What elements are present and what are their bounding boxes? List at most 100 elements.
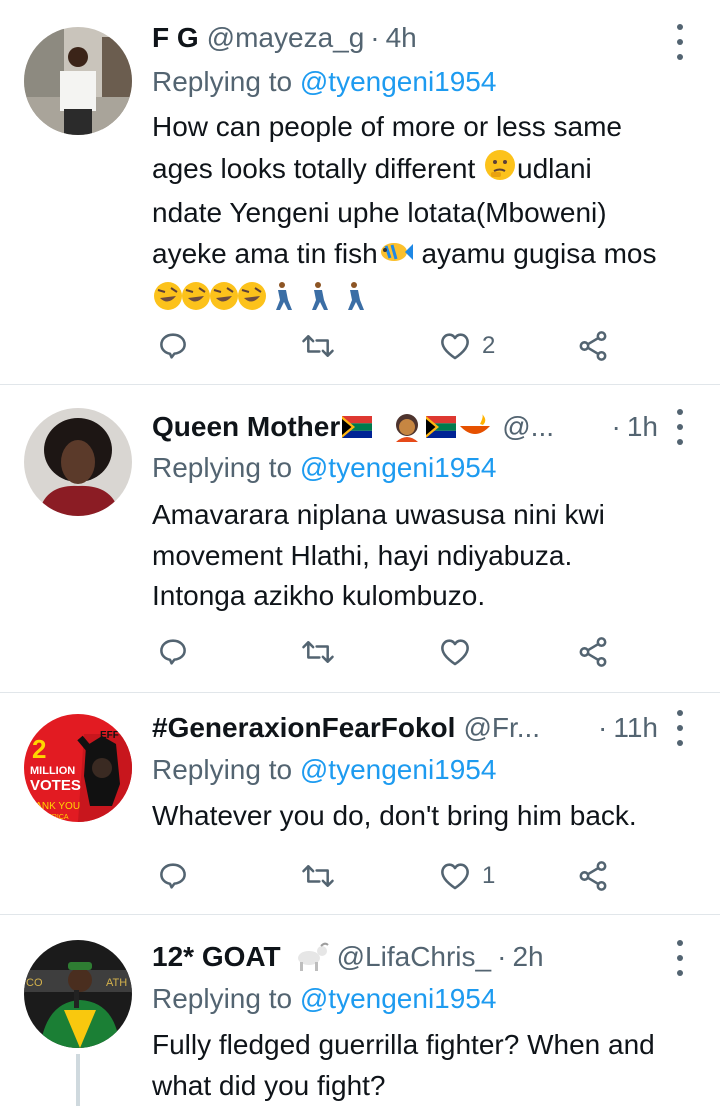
avatar[interactable]: 2 MILLION VOTES HANK YOU TH AFRICA EFF <box>24 714 132 822</box>
separator-dot: · <box>497 941 507 972</box>
tweet[interactable]: F G @mayeza_g · 4h Replying to @tyengeni… <box>0 0 720 385</box>
avatar[interactable] <box>24 27 132 135</box>
heart-icon <box>441 639 469 666</box>
tweet-text-line: Intonga azikho kulombuzo. <box>152 580 486 611</box>
timestamp[interactable]: 2h <box>512 937 543 977</box>
author-name[interactable]: #GeneraxionFearFokol <box>152 708 455 748</box>
avatar-text: MILLION <box>30 765 75 777</box>
share-button[interactable] <box>576 630 610 674</box>
retweet-icon <box>302 641 334 663</box>
share-button[interactable] <box>576 324 610 368</box>
tweet[interactable]: Queen Mother @... · 1h Replying to @tyeng… <box>0 384 720 693</box>
author-name[interactable]: F G <box>152 18 199 58</box>
avatar[interactable]: CO ATH <box>24 940 132 1048</box>
heart-icon <box>441 863 469 890</box>
tweet-text-line: How can people of more or less same <box>152 111 622 142</box>
tweet[interactable]: CO ATH 12* GOAT @LifaChris_ · 2h Replyin… <box>0 914 720 1106</box>
retweet-button[interactable] <box>300 630 336 674</box>
mention-link[interactable]: @tyengeni1954 <box>300 754 497 785</box>
like-button[interactable]: 1 <box>438 854 495 898</box>
tweet-text-line: movement Hlathi, hayi ndiyabuza. <box>152 539 573 571</box>
tweet-header: #GeneraxionFearFokol @Fr... <box>152 708 560 748</box>
retweet-button[interactable] <box>300 324 336 368</box>
tweet-text: Whatever you do, don't bring him back. <box>152 796 694 837</box>
tweet[interactable]: 2 MILLION VOTES HANK YOU TH AFRICA EFF #… <box>0 692 720 915</box>
author-name[interactable]: 12* GOAT <box>152 937 281 977</box>
tweet-text: Fully fledged guerrilla fighter? When an… <box>152 1025 694 1106</box>
more-vertical-icon[interactable] <box>670 940 690 976</box>
reply-icon <box>160 863 186 889</box>
tweet-text-line: ayeke ama tin fish ayamu gugisa mos <box>152 234 694 279</box>
tweet-text-line: ages looks totally different udlani <box>152 148 694 194</box>
mention-link[interactable]: @tyengeni1954 <box>300 983 497 1014</box>
south-africa-flag-icon <box>426 416 457 438</box>
tweet-actions <box>152 630 622 674</box>
fish-icon <box>378 237 414 279</box>
avatar-text: ATH <box>106 977 127 989</box>
share-button[interactable] <box>576 854 610 898</box>
share-icon <box>579 861 607 891</box>
author-handle[interactable]: @... <box>502 407 554 447</box>
author-handle[interactable]: @LifaChris_ <box>337 937 491 977</box>
more-vertical-icon[interactable] <box>670 24 690 60</box>
tweet-header: F G @mayeza_g · 4h <box>152 18 650 58</box>
emoji-row <box>152 278 694 318</box>
reply-button[interactable] <box>156 854 190 898</box>
thinking-face-icon <box>483 148 517 194</box>
like-button[interactable]: 2 <box>438 324 495 368</box>
replying-to: Replying to @tyengeni1954 <box>152 983 497 1014</box>
avatar[interactable] <box>24 408 132 516</box>
reply-icon <box>160 639 186 665</box>
retweet-button[interactable] <box>300 854 336 898</box>
woman-icon <box>396 414 419 442</box>
avatar-text: CO <box>26 977 43 989</box>
mention-link[interactable]: @tyengeni1954 <box>300 452 497 483</box>
avatar-number: 2 <box>32 734 46 764</box>
avatar-text: VOTES <box>30 777 81 794</box>
retweet-icon <box>302 865 334 887</box>
tweet-text-line: Whatever you do, don't bring him back. <box>152 800 637 831</box>
goat-icon <box>297 942 329 971</box>
tweet-text: Amavarara niplana uwasusa nini kwi movem… <box>152 495 694 617</box>
timestamp[interactable]: 4h <box>386 18 417 58</box>
tweet-actions: 2 <box>152 324 622 368</box>
replying-to: Replying to @tyengeni1954 <box>152 452 497 483</box>
timestamp[interactable]: 11h <box>613 712 658 743</box>
separator-dot: · <box>370 22 380 53</box>
author-name[interactable]: Queen Mother <box>152 407 340 447</box>
more-vertical-icon[interactable] <box>670 409 690 445</box>
avatar-text: HANK YOU <box>28 801 80 812</box>
reply-button[interactable] <box>156 324 190 368</box>
tweet-header: Queen Mother @... <box>152 407 560 447</box>
more-vertical-icon[interactable] <box>670 710 690 746</box>
tweet-header: 12* GOAT @LifaChris_ · 2h <box>152 937 650 977</box>
timestamp[interactable]: 1h <box>627 411 658 442</box>
tweet-actions: 1 <box>152 854 622 898</box>
like-count: 1 <box>482 862 496 889</box>
reply-icon <box>160 333 186 359</box>
tweet-text-line: what did you fight? <box>152 1069 386 1101</box>
thread-connector <box>76 1054 80 1106</box>
diya-lamp-icon <box>460 414 491 434</box>
heart-icon <box>441 333 469 360</box>
tweet-text: How can people of more or less same ages… <box>152 107 694 318</box>
share-icon <box>579 637 607 667</box>
replying-to: Replying to @tyengeni1954 <box>152 754 497 785</box>
tweet-text-line: Amavarara niplana uwasusa nini kwi <box>152 499 605 530</box>
avatar-text: TH AFRICA <box>32 814 69 821</box>
reply-button[interactable] <box>156 630 190 674</box>
replying-to: Replying to @tyengeni1954 <box>152 66 497 97</box>
author-handle[interactable]: @mayeza_g <box>207 18 365 58</box>
laughing-emoji-row-icon <box>154 282 364 310</box>
tweet-time: · 11h <box>598 712 658 743</box>
retweet-icon <box>302 335 334 357</box>
like-button[interactable] <box>438 630 482 674</box>
like-count: 2 <box>482 332 496 359</box>
tweet-time: · 1h <box>611 411 658 442</box>
share-icon <box>579 331 607 361</box>
tweet-text-line: ndate Yengeni uphe lotata(Mboweni) <box>152 197 607 228</box>
mention-link[interactable]: @tyengeni1954 <box>300 66 497 97</box>
tweet-text-line: Fully fledged guerrilla fighter? When an… <box>152 1029 655 1060</box>
reply-feed: F G @mayeza_g · 4h Replying to @tyengeni… <box>0 0 720 1106</box>
author-handle[interactable]: @Fr... <box>463 708 540 748</box>
